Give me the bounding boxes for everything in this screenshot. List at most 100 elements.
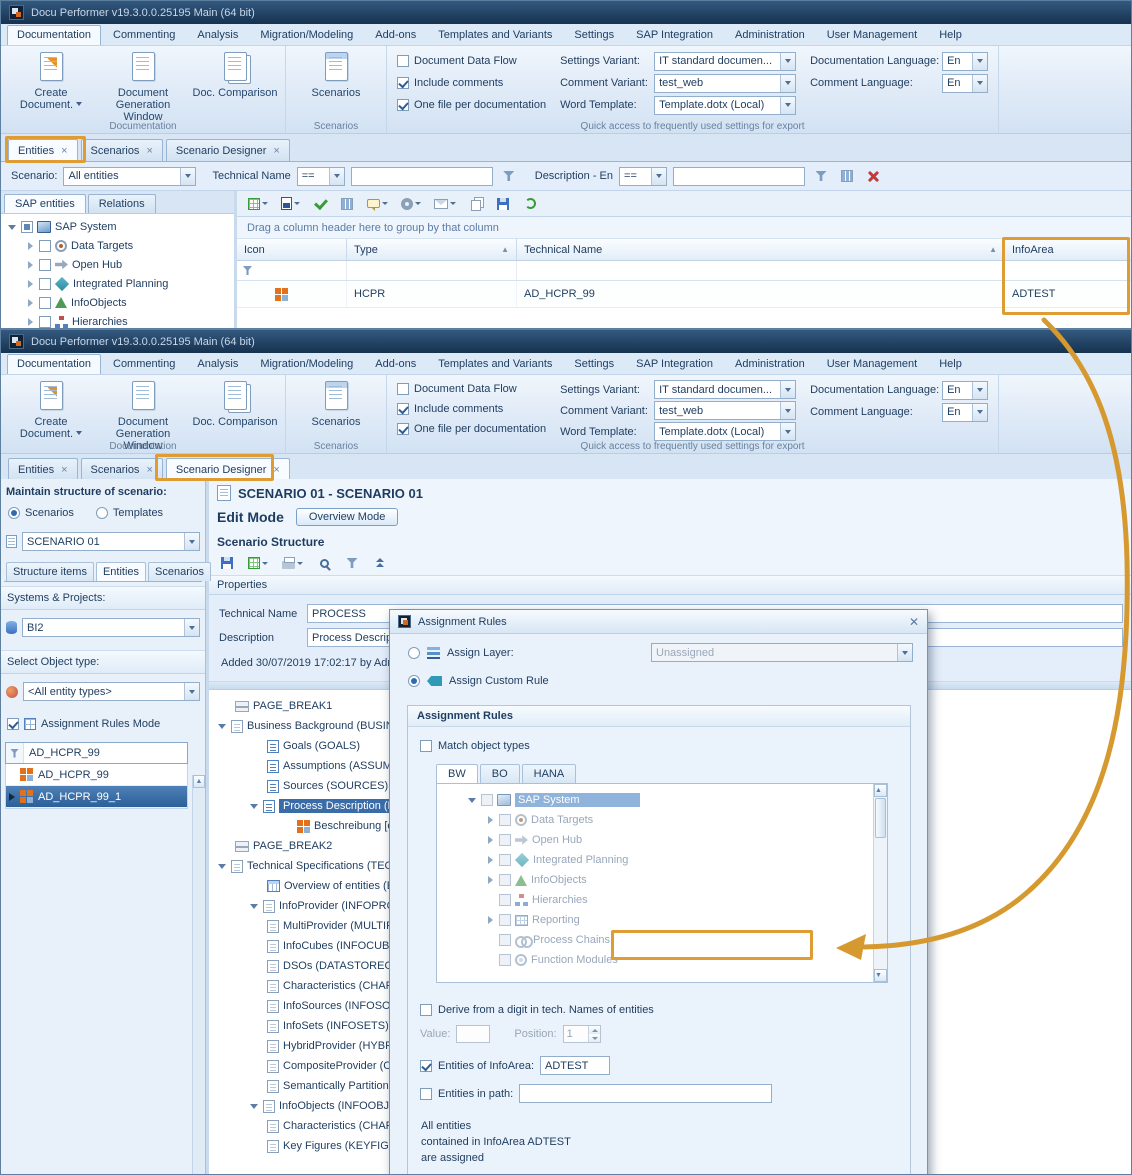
value-input[interactable] — [456, 1025, 490, 1043]
panel-tab[interactable]: Relations — [88, 194, 156, 213]
dropdown-arrow-icon[interactable] — [184, 683, 199, 700]
dropdown-arrow-icon[interactable] — [972, 382, 987, 399]
save-button[interactable] — [217, 553, 237, 573]
scenario-select[interactable]: All entities — [63, 167, 196, 186]
checkbox-icon[interactable] — [39, 297, 51, 309]
dropdown[interactable]: En — [942, 403, 988, 422]
expand-icon[interactable] — [25, 279, 35, 289]
text-filter-icon[interactable] — [6, 743, 24, 763]
checkbox-icon[interactable] — [39, 316, 51, 328]
menu-tab[interactable]: Add-ons — [365, 354, 426, 374]
entity-grid-row[interactable]: HCPR AD_HCPR_99 ADTEST — [237, 281, 1131, 308]
tree-item[interactable]: SAP System — [1, 217, 234, 236]
dropdown-arrow-icon[interactable] — [651, 168, 666, 185]
checkbox-icon[interactable] — [39, 259, 51, 271]
menu-tab[interactable]: Migration/Modeling — [250, 354, 363, 374]
radio-option[interactable]: Scenarios — [8, 507, 74, 519]
scrollbar[interactable]: ▲ ▼ — [873, 784, 887, 982]
close-icon[interactable]: ✕ — [909, 615, 919, 629]
description-operator[interactable]: == — [619, 167, 667, 186]
column-header[interactable]: InfoArea ▲ — [1005, 239, 1131, 260]
expand-icon[interactable] — [7, 222, 17, 232]
dropdown[interactable]: Template.dotx (Local) — [654, 422, 796, 441]
tree-item[interactable]: Open Hub — [1, 255, 234, 274]
entity-row[interactable]: AD_HCPR_99_1 — [6, 786, 187, 808]
expand-icon[interactable] — [25, 317, 35, 327]
menu-tab[interactable]: Commenting — [103, 25, 185, 45]
ribbon-checkbox[interactable]: Document Data Flow — [397, 380, 546, 398]
derive-digit-checkbox[interactable]: Derive from a digit in tech. Names of en… — [420, 1004, 910, 1016]
dropdown-arrow-icon[interactable] — [184, 619, 199, 636]
validate-button[interactable] — [310, 194, 330, 214]
entities-in-path-checkbox[interactable]: Entities in path: — [420, 1088, 513, 1100]
description-filter-input[interactable] — [673, 167, 805, 186]
filter-cell[interactable] — [237, 261, 347, 280]
collapse-all-button[interactable] — [370, 553, 390, 573]
ribbon-button[interactable]: Document Generation Window — [99, 49, 187, 120]
tab[interactable]: BO — [480, 764, 520, 783]
settings-button[interactable] — [398, 194, 424, 214]
layer-select[interactable]: Unassigned — [651, 643, 913, 662]
close-tab-icon[interactable]: × — [146, 146, 152, 156]
layout-button[interactable] — [493, 194, 513, 214]
menu-tab[interactable]: SAP Integration — [626, 25, 723, 45]
column-header[interactable]: Type ▲ — [347, 239, 517, 260]
entity-row[interactable]: AD_HCPR_99 — [6, 764, 187, 786]
checkbox-icon[interactable] — [39, 240, 51, 252]
document-tab[interactable]: Entities × — [8, 139, 78, 161]
expand-icon[interactable] — [25, 298, 35, 308]
ribbon-checkbox[interactable]: Document Data Flow — [397, 51, 546, 71]
find-button[interactable] — [314, 553, 334, 573]
menu-tab[interactable]: SAP Integration — [626, 354, 723, 374]
scenarios-button[interactable]: Scenarios — [292, 49, 380, 120]
menu-tab[interactable]: Migration/Modeling — [250, 25, 363, 45]
close-tab-icon[interactable]: × — [273, 146, 279, 156]
ribbon-checkbox[interactable]: Include comments — [397, 400, 546, 418]
scenario-select[interactable]: SCENARIO 01 — [22, 532, 200, 551]
assign-custom-rule-radio[interactable] — [408, 675, 420, 687]
ribbon-button[interactable]: Create Document. — [7, 49, 95, 120]
apply-filter-button[interactable] — [499, 166, 519, 186]
close-tab-icon[interactable]: × — [273, 465, 279, 475]
dropdown-arrow-icon[interactable] — [780, 402, 795, 419]
expand-icon[interactable] — [217, 861, 227, 871]
dropdown[interactable]: En — [942, 52, 988, 71]
expand-icon[interactable] — [249, 1101, 259, 1111]
close-tab-icon[interactable]: × — [61, 465, 67, 475]
path-input[interactable] — [519, 1084, 772, 1103]
dropdown-arrow-icon[interactable] — [780, 53, 795, 70]
entities-of-infoarea-checkbox[interactable]: Entities of InfoArea: — [420, 1060, 534, 1072]
dropdown[interactable]: IT standard documen... — [654, 52, 796, 71]
radio-option[interactable]: Templates — [96, 507, 163, 519]
dropdown[interactable]: Template.dotx (Local) — [654, 96, 796, 115]
spin-up-icon[interactable] — [589, 1026, 600, 1034]
menu-tab[interactable]: User Management — [817, 354, 928, 374]
close-tab-icon[interactable]: × — [146, 465, 152, 475]
word-export-button[interactable] — [278, 194, 303, 214]
expand-icon[interactable] — [25, 241, 35, 251]
entity-filter-cell[interactable]: AD_HCPR_99 — [5, 742, 188, 764]
match-object-types-checkbox[interactable]: Match object types — [420, 740, 910, 752]
dropdown-arrow-icon[interactable] — [780, 97, 795, 114]
expand-icon[interactable] — [217, 721, 227, 731]
panel-tab[interactable]: Entities — [96, 562, 146, 581]
dropdown[interactable]: test_web — [654, 74, 796, 93]
checkbox-icon[interactable] — [21, 221, 33, 233]
panel-tab[interactable]: Scenarios — [148, 562, 211, 581]
menu-tab[interactable]: Documentation — [7, 354, 101, 374]
ribbon-button[interactable]: Doc. Comparison — [191, 378, 279, 440]
print-button[interactable] — [279, 553, 306, 573]
ribbon-button[interactable]: Create Document. — [7, 378, 95, 440]
dropdown-arrow-icon[interactable] — [780, 381, 795, 398]
comment-button[interactable] — [364, 194, 391, 214]
filter-cell[interactable] — [347, 261, 517, 280]
column-header[interactable]: Icon ▲ — [237, 239, 347, 260]
tab[interactable]: BW — [436, 764, 478, 783]
close-tab-icon[interactable]: × — [61, 146, 67, 156]
dropdown-arrow-icon[interactable] — [329, 168, 344, 185]
filter-button[interactable] — [342, 553, 362, 573]
filter-editor-button[interactable] — [837, 166, 857, 186]
infoarea-input[interactable] — [540, 1056, 610, 1075]
filter-button[interactable] — [811, 166, 831, 186]
menu-tab[interactable]: Templates and Variants — [428, 25, 562, 45]
